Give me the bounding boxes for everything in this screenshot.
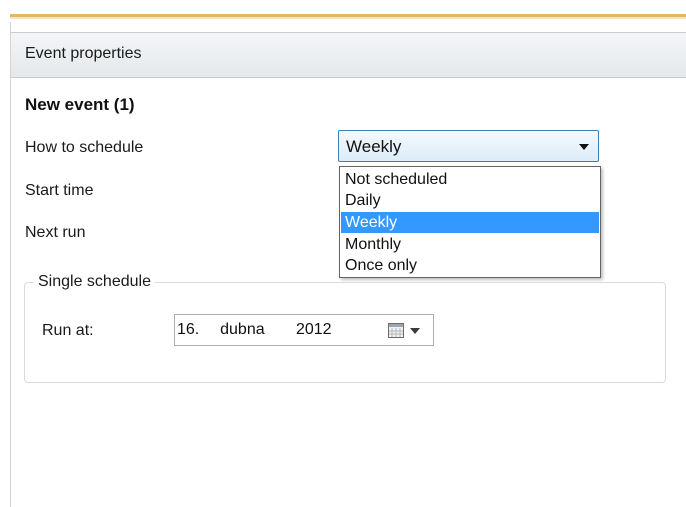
single-schedule-title: Single schedule — [34, 273, 155, 291]
calendar-icon[interactable] — [387, 321, 405, 339]
start-time-label: Start time — [25, 182, 94, 199]
schedule-dropdown-list: Not scheduled Daily Weekly Monthly Once … — [339, 166, 601, 278]
panel-header: Event properties — [11, 32, 686, 78]
date-picker-dropdown-button[interactable] — [387, 321, 427, 339]
next-run-label: Next run — [25, 224, 86, 241]
panel-header-title: Event properties — [25, 45, 142, 62]
schedule-combobox[interactable]: Weekly — [338, 130, 599, 162]
dropdown-option-once-only[interactable]: Once only — [341, 255, 599, 276]
run-at-date-picker[interactable]: 16. dubna 2012 — [174, 314, 434, 346]
dropdown-option-daily[interactable]: Daily — [341, 190, 599, 211]
how-to-schedule-label: How to schedule — [25, 139, 144, 156]
dropdown-option-monthly[interactable]: Monthly — [341, 234, 599, 255]
top-accent-shade — [10, 17, 686, 19]
dropdown-option-weekly[interactable]: Weekly — [341, 212, 599, 233]
run-at-label: Run at: — [42, 322, 94, 339]
event-name-heading: New event (1) — [25, 95, 135, 114]
run-at-date-value[interactable]: 16. dubna 2012 — [177, 321, 332, 339]
dropdown-option-not-scheduled[interactable]: Not scheduled — [341, 169, 599, 190]
calendar-chevron-down-icon[interactable] — [410, 328, 420, 334]
event-properties-panel: Event properties New event (1) How to sc… — [10, 22, 686, 507]
schedule-combobox-value: Weekly — [346, 137, 402, 156]
chevron-down-icon[interactable] — [579, 144, 589, 150]
